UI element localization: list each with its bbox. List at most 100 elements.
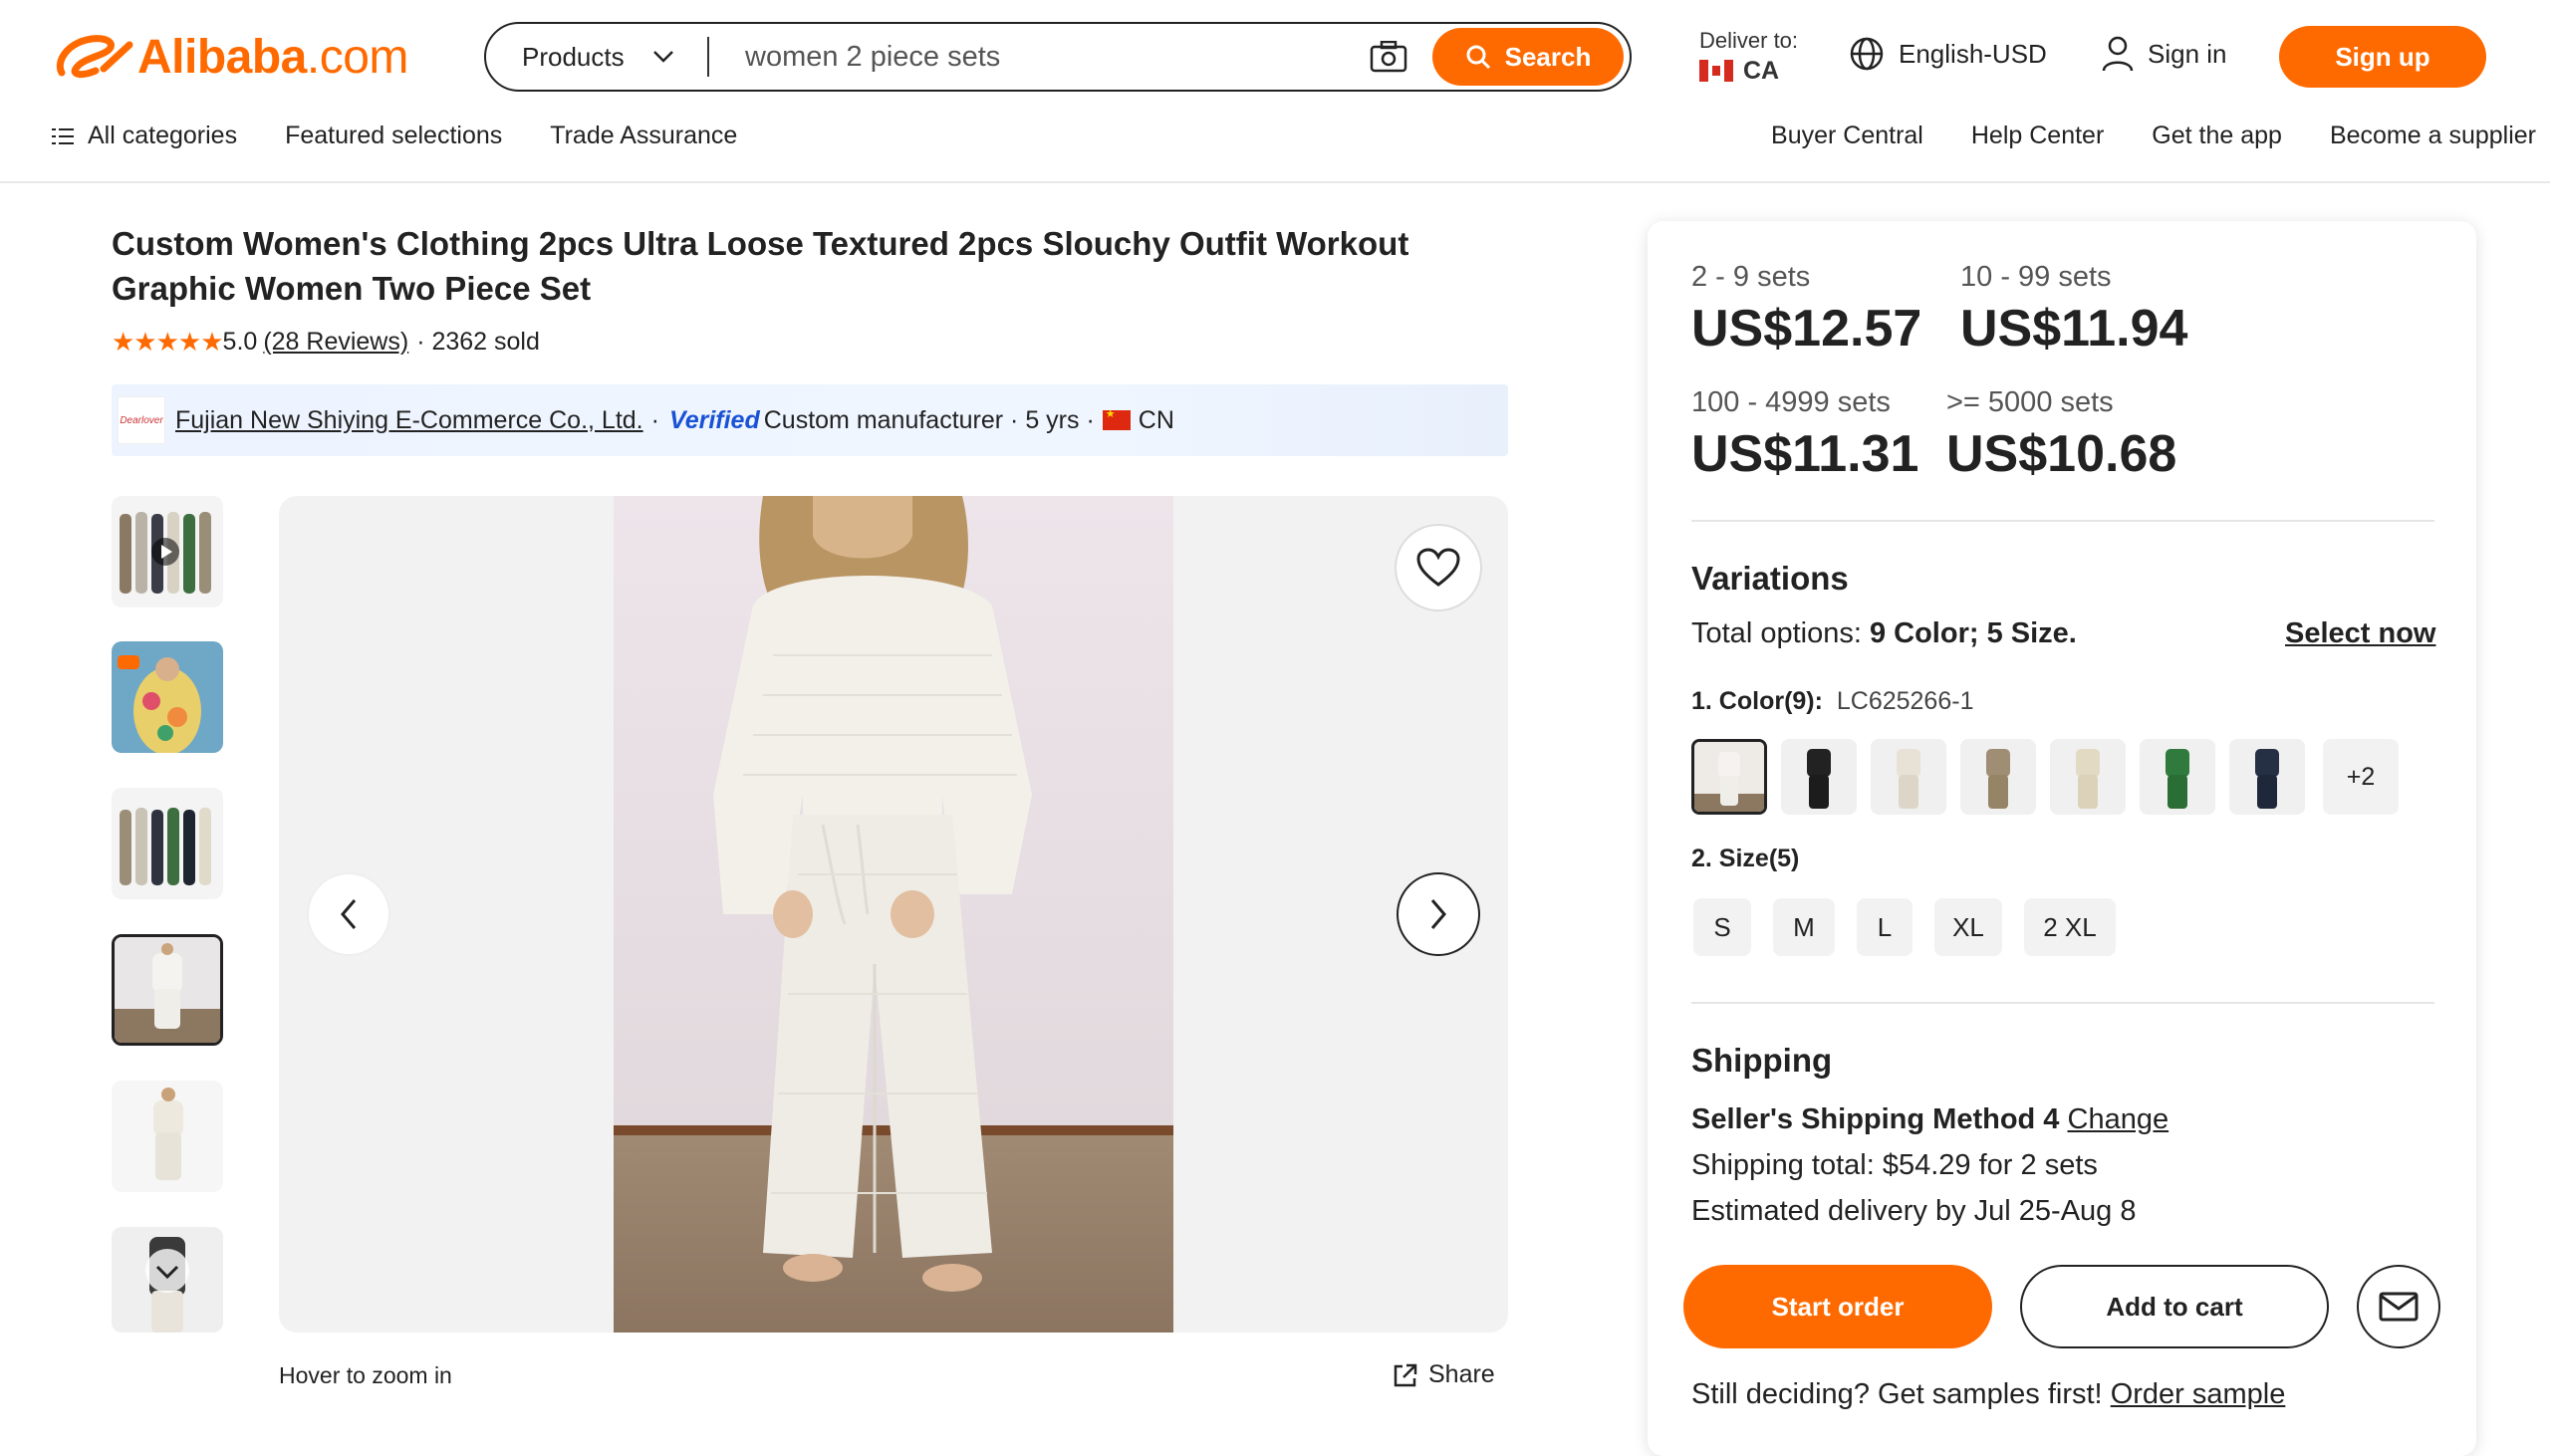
- nav-become-supplier[interactable]: Become a supplier: [2330, 121, 2536, 150]
- deliver-to-selector[interactable]: Deliver to: CA: [1699, 26, 1798, 86]
- share-label: Share: [1428, 1360, 1495, 1388]
- product-rating: ★★★★★ 5.0 (28 Reviews) · 2362 sold: [112, 327, 540, 358]
- search-category-select[interactable]: Products: [486, 37, 709, 77]
- supplier-type: Custom manufacturer · 5 yrs ·: [763, 405, 1095, 434]
- menu-icon: [52, 127, 74, 144]
- language-selector[interactable]: English-USD: [1849, 36, 2047, 72]
- nav-all-categories-label: All categories: [88, 121, 238, 149]
- gallery-thumbnail-video[interactable]: [112, 496, 223, 607]
- color-label-row: 1. Color(9): LC625266-1: [1691, 687, 1973, 716]
- samples-text: Still deciding? Get samples first!: [1691, 1378, 2103, 1410]
- size-option-m[interactable]: M: [1773, 898, 1835, 956]
- price-tier-4-range: >= 5000 sets: [1946, 386, 2114, 418]
- supplier-banner: Dearlover Fujian New Shiying E-Commerce …: [112, 384, 1508, 456]
- nav-primary: All categories Featured selections Trade…: [52, 121, 737, 150]
- reviews-link[interactable]: (28 Reviews): [263, 328, 408, 357]
- color-swatch-2[interactable]: [1781, 739, 1857, 815]
- supplier-name-link[interactable]: Fujian New Shiying E-Commerce Co., Ltd.: [175, 406, 643, 435]
- size-option-s[interactable]: S: [1693, 898, 1751, 956]
- share-button[interactable]: Share: [1393, 1360, 1495, 1389]
- previous-image-button[interactable]: [307, 872, 390, 956]
- sign-up-button[interactable]: Sign up: [2279, 26, 2486, 88]
- order-sample-link[interactable]: Order sample: [2111, 1378, 2286, 1410]
- supplier-country: CN: [1138, 405, 1174, 434]
- price-tier-3-range: 100 - 4999 sets: [1691, 386, 1891, 418]
- color-swatch-6[interactable]: [2140, 739, 2215, 815]
- favorite-button[interactable]: [1397, 526, 1480, 609]
- user-icon: [2102, 36, 2134, 72]
- shipping-title: Shipping: [1691, 1042, 1833, 1079]
- rating-stars: ★★★★★: [112, 327, 224, 357]
- variations-title: Variations: [1691, 560, 1849, 597]
- alibaba-logo-icon: [57, 35, 133, 79]
- gallery-thumbnail-6[interactable]: [112, 1227, 223, 1333]
- product-photo: [614, 496, 1173, 1333]
- price-tier-1-range: 2 - 9 sets: [1691, 261, 1811, 293]
- size-option-xl[interactable]: XL: [1934, 898, 2002, 956]
- product-title: Custom Women's Clothing 2pcs Ultra Loose…: [112, 225, 1409, 307]
- color-label: 1. Color(9):: [1691, 687, 1823, 715]
- color-swatch-7[interactable]: [2229, 739, 2305, 815]
- next-image-button[interactable]: [1397, 872, 1480, 956]
- contact-supplier-button[interactable]: [2357, 1265, 2440, 1348]
- chevron-down-icon: [652, 51, 673, 63]
- globe-icon: [1850, 37, 1884, 71]
- sign-in-link[interactable]: Sign in: [2102, 36, 2227, 72]
- estimated-delivery: Estimated delivery by Jul 25-Aug 8: [1691, 1195, 2137, 1227]
- chevron-left-icon: [341, 899, 357, 929]
- heart-icon: [1416, 548, 1460, 587]
- search-category-label: Products: [522, 41, 625, 72]
- nav-featured-selections[interactable]: Featured selections: [285, 121, 502, 150]
- change-shipping-link[interactable]: Change: [2068, 1103, 2169, 1135]
- canada-flag-icon: [1699, 60, 1733, 82]
- variations-total-prefix: Total options:: [1691, 617, 1870, 649]
- main-product-image[interactable]: [279, 496, 1508, 1333]
- sold-count: · 2362 sold: [416, 328, 540, 356]
- samples-row: Still deciding? Get samples first! Order…: [1691, 1378, 2285, 1411]
- search-input[interactable]: [709, 40, 1367, 74]
- nav-buyer-central[interactable]: Buyer Central: [1771, 121, 1923, 150]
- add-to-cart-button[interactable]: Add to cart: [2020, 1265, 2329, 1348]
- size-label: 2. Size(5): [1691, 845, 1800, 872]
- price-tier-1-price: US$12.57: [1691, 300, 1922, 358]
- price-tier-3-price: US$11.31: [1691, 425, 1919, 483]
- color-more-button[interactable]: +2: [2323, 739, 2399, 815]
- supplier-logo[interactable]: Dearlover: [118, 396, 165, 444]
- separator: ·: [650, 405, 659, 434]
- shipping-method: Seller's Shipping Method 4: [1691, 1103, 2060, 1135]
- hover-zoom-hint: Hover to zoom in: [279, 1362, 452, 1388]
- china-flag-icon: [1102, 407, 1131, 430]
- search-icon: [1466, 45, 1490, 70]
- nav-help-center[interactable]: Help Center: [1971, 121, 2104, 150]
- search-button-label: Search: [1504, 41, 1592, 72]
- camera-icon[interactable]: [1367, 35, 1410, 79]
- deliver-country: CA: [1743, 57, 1780, 85]
- size-option-2xl[interactable]: 2 XL: [2024, 898, 2116, 956]
- divider: [1691, 520, 2434, 522]
- gallery-thumbnail-2[interactable]: [112, 641, 223, 753]
- size-option-l[interactable]: L: [1857, 898, 1912, 956]
- shipping-total: Shipping total: $54.29 for 2 sets: [1691, 1149, 2098, 1181]
- search-button[interactable]: Search: [1432, 28, 1624, 86]
- nav-secondary: Buyer Central Help Center Get the app Be…: [1771, 121, 2536, 150]
- alibaba-logo[interactable]: Alibaba.com: [52, 22, 408, 92]
- logo-text: Alibaba: [137, 30, 307, 84]
- variations-total: Total options: 9 Color; 5 Size.: [1691, 617, 2077, 650]
- gallery-thumbnail-3[interactable]: [112, 788, 223, 899]
- verified-badge[interactable]: Verified: [669, 406, 760, 435]
- nav-all-categories[interactable]: All categories: [52, 121, 237, 150]
- price-tier-2-price: US$11.94: [1960, 300, 2188, 358]
- deliver-label: Deliver to:: [1699, 28, 1799, 53]
- color-swatch-3[interactable]: [1871, 739, 1946, 815]
- select-now-link[interactable]: Select now: [2285, 617, 2436, 650]
- nav-trade-assurance[interactable]: Trade Assurance: [550, 121, 737, 150]
- start-order-button[interactable]: Start order: [1683, 1265, 1992, 1348]
- color-swatch-4[interactable]: [1960, 739, 2036, 815]
- mail-icon: [2379, 1292, 2419, 1322]
- color-swatch-1-selected[interactable]: [1691, 739, 1767, 815]
- color-swatch-5[interactable]: [2050, 739, 2126, 815]
- chevron-right-icon: [1430, 899, 1446, 929]
- gallery-thumbnail-4-selected[interactable]: [112, 934, 223, 1046]
- gallery-thumbnail-5[interactable]: [112, 1081, 223, 1192]
- nav-get-app[interactable]: Get the app: [2152, 121, 2282, 150]
